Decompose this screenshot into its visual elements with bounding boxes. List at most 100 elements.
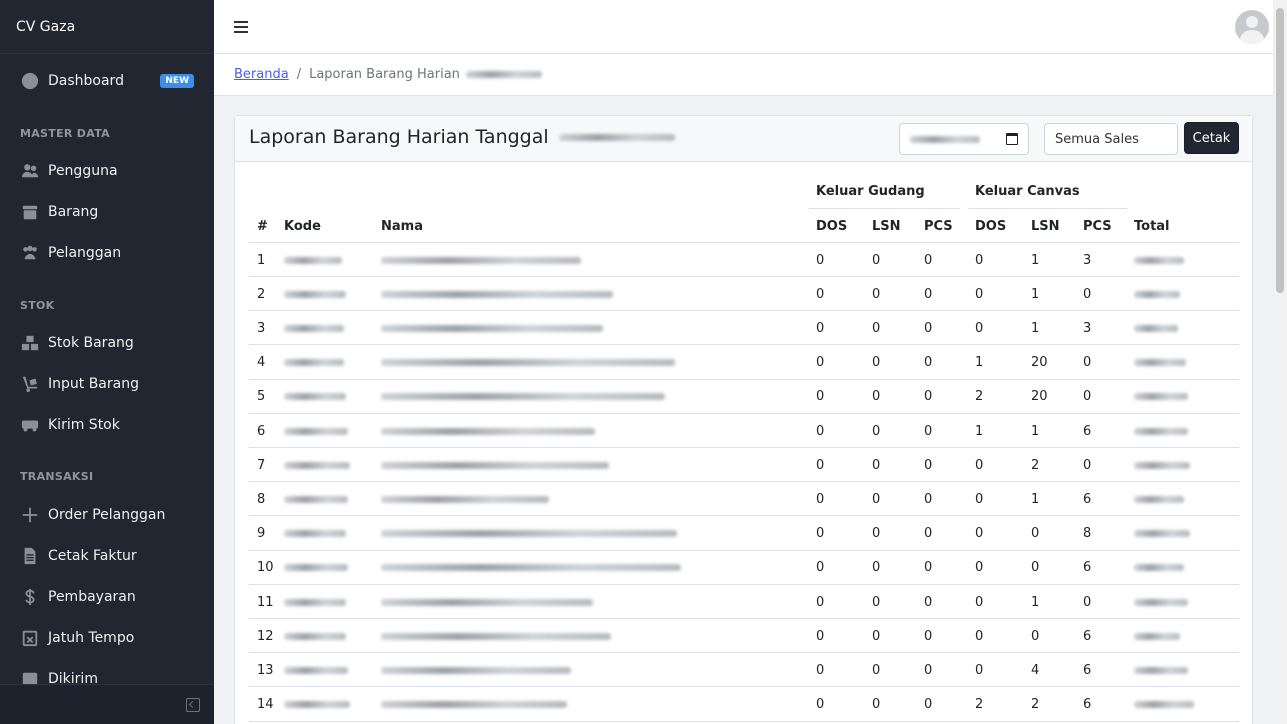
table-row[interactable]: 5 0 0 0 2 20 0 bbox=[249, 380, 1239, 414]
sidebar-item-jatuh-tempo[interactable]: Jatuh Tempo bbox=[0, 620, 214, 656]
table-row[interactable]: 3 0 0 0 0 1 3 bbox=[249, 311, 1239, 346]
table-row[interactable]: 11 0 0 0 0 1 0 bbox=[249, 585, 1239, 619]
table-cell: 0 bbox=[816, 320, 825, 336]
table-row[interactable]: 8 0 0 0 0 1 6 bbox=[249, 482, 1239, 517]
sidebar-item-label: Pengguna bbox=[48, 163, 118, 179]
redacted-value bbox=[1134, 666, 1188, 674]
table-cell: 0 bbox=[872, 389, 881, 405]
column-header[interactable]: Kode bbox=[284, 209, 321, 243]
table-row[interactable]: 4 0 0 0 1 20 0 bbox=[249, 346, 1239, 380]
table-cell: 1 bbox=[1031, 320, 1040, 336]
scrollbar-thumb[interactable] bbox=[1276, 8, 1284, 293]
sales-select[interactable]: Semua Sales bbox=[1044, 123, 1178, 155]
sidebar-item-dikirim[interactable]: Dikirim bbox=[0, 661, 214, 684]
table-cell: 0 bbox=[816, 286, 825, 302]
hamburger-menu-icon[interactable] bbox=[234, 21, 248, 33]
redacted-value bbox=[381, 495, 549, 503]
column-header[interactable]: LSN bbox=[872, 209, 901, 243]
truck-icon bbox=[20, 415, 40, 435]
total-cell bbox=[1134, 380, 1188, 414]
sidebar-item-input-barang[interactable]: Input Barang bbox=[0, 366, 214, 402]
table-row[interactable]: 14 0 0 0 2 2 6 bbox=[249, 688, 1239, 722]
table-cell: 0 bbox=[924, 457, 933, 473]
total-cell bbox=[1134, 517, 1190, 551]
nama-cell bbox=[381, 482, 549, 516]
sidebar-item-kirim-stok[interactable]: Kirim Stok bbox=[0, 407, 214, 443]
table-cell: 0 bbox=[975, 594, 984, 610]
sidebar-item-label: Cetak Faktur bbox=[48, 548, 137, 564]
redacted-value bbox=[1134, 632, 1180, 640]
box-icon bbox=[20, 202, 40, 222]
breadcrumb-separator: / bbox=[296, 67, 302, 82]
table-cell: 0 bbox=[975, 560, 984, 576]
kode-cell bbox=[284, 243, 342, 277]
kode-cell bbox=[284, 517, 346, 551]
column-header[interactable]: DOS bbox=[975, 209, 1006, 243]
table-cell: 2 bbox=[975, 389, 984, 405]
table-cell: 0 bbox=[975, 457, 984, 473]
kode-cell bbox=[284, 482, 348, 516]
column-header[interactable]: DOS bbox=[816, 209, 847, 243]
table-cell: 0 bbox=[924, 389, 933, 405]
table-row[interactable]: 2 0 0 0 0 1 0 bbox=[249, 277, 1239, 312]
sidebar-item-cetak-faktur[interactable]: Cetak Faktur bbox=[0, 538, 214, 574]
table-cell: 0 bbox=[872, 423, 881, 439]
nama-cell bbox=[381, 653, 571, 687]
table-cell: 14 bbox=[257, 697, 274, 713]
table-cell: 1 bbox=[1031, 286, 1040, 302]
redacted-value bbox=[284, 427, 348, 435]
table-cell: 0 bbox=[872, 594, 881, 610]
group-header-canvas: Keluar Canvas bbox=[975, 184, 1080, 199]
column-header[interactable]: PCS bbox=[1083, 209, 1112, 243]
table-row[interactable]: 12 0 0 0 0 0 6 bbox=[249, 619, 1239, 654]
table-row[interactable]: 10 0 0 0 0 0 6 bbox=[249, 551, 1239, 585]
table-cell: 0 bbox=[816, 594, 825, 610]
nama-cell bbox=[381, 380, 665, 414]
print-button[interactable]: Cetak bbox=[1184, 122, 1239, 154]
date-picker-input[interactable] bbox=[899, 123, 1029, 155]
user-avatar[interactable] bbox=[1235, 10, 1269, 44]
brand-name[interactable]: CV Gaza bbox=[0, 0, 214, 54]
kode-cell bbox=[284, 380, 346, 414]
nama-cell bbox=[381, 688, 567, 722]
table-cell: 6 bbox=[1083, 628, 1092, 644]
sidebar-item-dashboard[interactable]: Dashboard NEW bbox=[0, 63, 214, 99]
sidebar-item-barang[interactable]: Barang bbox=[0, 194, 214, 230]
page-scrollbar[interactable] bbox=[1273, 0, 1287, 724]
table-cell: 0 bbox=[816, 662, 825, 678]
sidebar-item-order-pelanggan[interactable]: Order Pelanggan bbox=[0, 497, 214, 533]
breadcrumb-home-link[interactable]: Beranda bbox=[234, 67, 289, 82]
table-row[interactable]: 1 0 0 0 0 1 3 bbox=[249, 243, 1239, 277]
sidebar-collapse-icon[interactable] bbox=[186, 698, 200, 712]
column-header[interactable]: PCS bbox=[924, 209, 953, 243]
sidebar-item-stok-barang[interactable]: Stok Barang bbox=[0, 325, 214, 361]
table-cell: 20 bbox=[1031, 355, 1048, 371]
topbar bbox=[214, 0, 1273, 54]
table-cell: 7 bbox=[257, 457, 266, 473]
table-cell: 0 bbox=[924, 320, 933, 336]
column-header[interactable]: LSN bbox=[1031, 209, 1060, 243]
table-cell: 1 bbox=[1031, 594, 1040, 610]
card-header: Laporan Barang Harian Tanggal Semua Sale… bbox=[235, 116, 1252, 162]
column-header[interactable]: Nama bbox=[381, 209, 423, 243]
column-header[interactable]: # bbox=[257, 209, 268, 243]
redacted-value bbox=[1134, 256, 1184, 264]
table-cell: 20 bbox=[1031, 389, 1048, 405]
nama-cell bbox=[381, 311, 603, 345]
table-row[interactable]: 7 0 0 0 0 2 0 bbox=[249, 448, 1239, 483]
redacted-value bbox=[1134, 359, 1186, 367]
breadcrumb-date-redacted bbox=[465, 71, 542, 78]
sidebar-section-title: MASTER DATA bbox=[20, 127, 110, 140]
table-row[interactable]: 6 0 0 0 1 1 6 bbox=[249, 414, 1239, 448]
table-row[interactable]: 13 0 0 0 0 4 6 bbox=[249, 653, 1239, 688]
kode-cell bbox=[284, 619, 346, 653]
calendar-icon[interactable] bbox=[1006, 133, 1018, 145]
table-row[interactable]: 9 0 0 0 0 0 8 bbox=[249, 517, 1239, 551]
nama-cell bbox=[381, 346, 675, 380]
sidebar-item-pembayaran[interactable]: Pembayaran bbox=[0, 579, 214, 615]
sidebar-item-pengguna[interactable]: Pengguna bbox=[0, 153, 214, 189]
dollar-icon bbox=[20, 587, 40, 607]
sidebar-item-pelanggan[interactable]: Pelanggan bbox=[0, 235, 214, 271]
table-cell: 0 bbox=[872, 526, 881, 542]
column-header[interactable]: Total bbox=[1134, 209, 1170, 243]
